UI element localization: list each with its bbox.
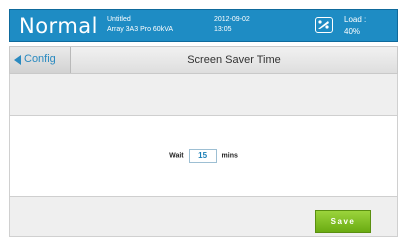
load-label: Load :: [344, 15, 367, 24]
wait-minutes-input[interactable]: 15: [188, 149, 217, 163]
back-arrow-icon: [14, 55, 21, 65]
page-title: Screen Saver Time: [187, 54, 281, 66]
date-text: 2012-09-02: [214, 16, 250, 23]
scale-icon[interactable]: [315, 17, 333, 33]
back-config-button[interactable]: Config: [10, 47, 71, 73]
wait-label: Wait: [169, 152, 184, 160]
minutes-unit-label: mins: [221, 152, 238, 160]
screen: Normal Untitled Array 3A3 Pro 60kVA 2012…: [0, 0, 405, 245]
save-button[interactable]: Save: [315, 210, 371, 233]
back-button-label: Config: [24, 53, 56, 65]
wait-time-row: Wait 15 mins: [10, 149, 397, 163]
time-text: 13:05: [214, 26, 232, 33]
datetime: 2012-09-02 13:05: [214, 15, 250, 35]
system-model: Array 3A3 Pro 60kVA: [107, 26, 174, 33]
action-panel: Save: [9, 197, 398, 237]
top-panel: [9, 74, 398, 115]
load-value: 40%: [344, 27, 361, 36]
document-name: Untitled: [107, 16, 131, 23]
mode-status: Normal: [19, 14, 98, 38]
status-header: Normal Untitled Array 3A3 Pro 60kVA 2012…: [9, 9, 398, 42]
document-info: Untitled Array 3A3 Pro 60kVA: [107, 15, 173, 35]
load-readout: Load : 40%: [344, 14, 366, 38]
title-bar: Config Screen Saver Time: [9, 46, 398, 74]
settings-panel: Wait 15 mins: [9, 115, 398, 197]
